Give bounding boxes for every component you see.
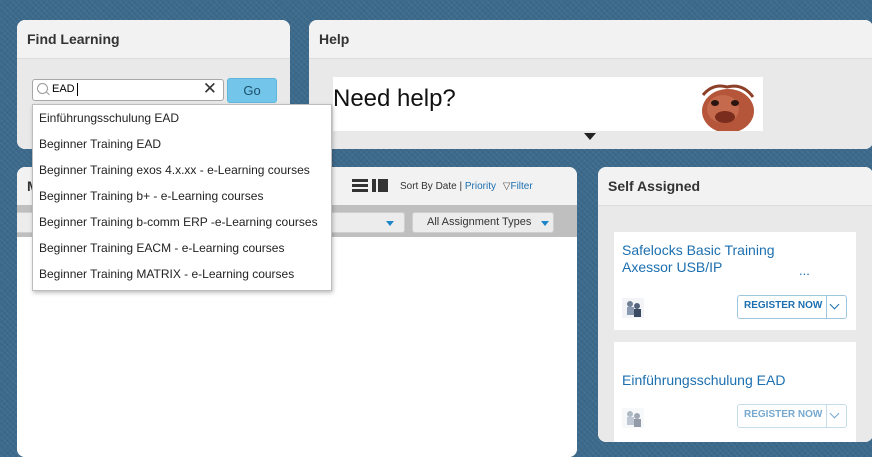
- detail-view-icon[interactable]: [372, 179, 388, 192]
- sort-priority-link[interactable]: Priority: [465, 181, 496, 192]
- self-assigned-panel: Self Assigned Safelocks Basic Training A…: [598, 167, 872, 442]
- register-now-button[interactable]: REGISTER NOW: [737, 404, 847, 428]
- course-thumbnail: [622, 408, 644, 428]
- suggestion-item[interactable]: Beginner Training EACM - e-Learning cour…: [33, 235, 331, 261]
- course-title[interactable]: Einführungsschulung EAD: [622, 372, 785, 389]
- list-view-icon[interactable]: [352, 179, 368, 192]
- sort-controls: Sort By Date | Priority ▽Filter: [400, 181, 533, 192]
- course-card: Safelocks Basic Training Axessor USB/IP …: [614, 232, 856, 330]
- search-suggestions: Einführungsschulung EAD Beginner Trainin…: [32, 104, 332, 291]
- self-assigned-title: Self Assigned: [598, 167, 872, 206]
- view-toggle: [352, 179, 392, 197]
- course-card: Einführungsschulung EAD REGISTER NOW: [614, 342, 856, 442]
- chevron-down-icon[interactable]: [829, 299, 840, 310]
- expand-arrow-icon[interactable]: [584, 133, 596, 140]
- suggestion-item[interactable]: Beginner Training MATRIX - e-Learning co…: [33, 261, 331, 287]
- assignment-types-dropdown[interactable]: All Assignment Types: [412, 212, 554, 233]
- register-now-label: REGISTER NOW: [744, 300, 823, 311]
- self-assigned-body: Safelocks Basic Training Axessor USB/IP …: [598, 206, 872, 442]
- register-now-label: REGISTER NOW: [744, 409, 823, 420]
- sort-by-date[interactable]: Sort By Date |: [400, 181, 462, 192]
- course-thumbnail: [622, 298, 644, 318]
- suggestion-item[interactable]: Beginner Training b-comm ERP -e-Learning…: [33, 209, 331, 235]
- chevron-down-icon: [541, 221, 549, 226]
- help-title: Help: [309, 20, 872, 59]
- clear-icon[interactable]: ✕: [203, 79, 217, 99]
- button-divider: [826, 296, 827, 318]
- chevron-down-icon: [386, 221, 394, 226]
- course-title-line2: Axessor USB/IP: [622, 259, 723, 275]
- help-panel: Help Need help?: [309, 20, 872, 149]
- dog-image: [701, 84, 755, 131]
- help-banner-text: Need help?: [333, 85, 456, 112]
- chevron-down-icon[interactable]: [829, 408, 840, 419]
- suggestion-item[interactable]: Einführungsschulung EAD: [33, 105, 331, 131]
- search-icon: [37, 83, 48, 94]
- search-input[interactable]: EAD ✕: [32, 79, 224, 101]
- course-title[interactable]: Safelocks Basic Training Axessor USB/IP: [622, 242, 775, 276]
- text-caret: [77, 83, 78, 96]
- find-learning-title: Find Learning: [17, 20, 290, 59]
- more-ellipsis[interactable]: ...: [799, 263, 810, 278]
- help-banner[interactable]: Need help?: [333, 77, 763, 131]
- suggestion-item[interactable]: Beginner Training b+ - e-Learning course…: [33, 183, 331, 209]
- help-body: Need help?: [309, 59, 872, 149]
- course-title-line1: Safelocks Basic Training: [622, 242, 775, 258]
- filter-link[interactable]: Filter: [510, 181, 532, 192]
- suggestion-item[interactable]: Beginner Training EAD: [33, 131, 331, 157]
- assignment-types-label: All Assignment Types: [427, 216, 532, 228]
- button-divider: [826, 405, 827, 427]
- search-value: EAD: [52, 83, 75, 95]
- register-now-button[interactable]: REGISTER NOW: [737, 295, 847, 319]
- suggestion-item[interactable]: Beginner Training exos 4.x.xx - e-Learni…: [33, 157, 331, 183]
- go-button[interactable]: Go: [227, 78, 277, 103]
